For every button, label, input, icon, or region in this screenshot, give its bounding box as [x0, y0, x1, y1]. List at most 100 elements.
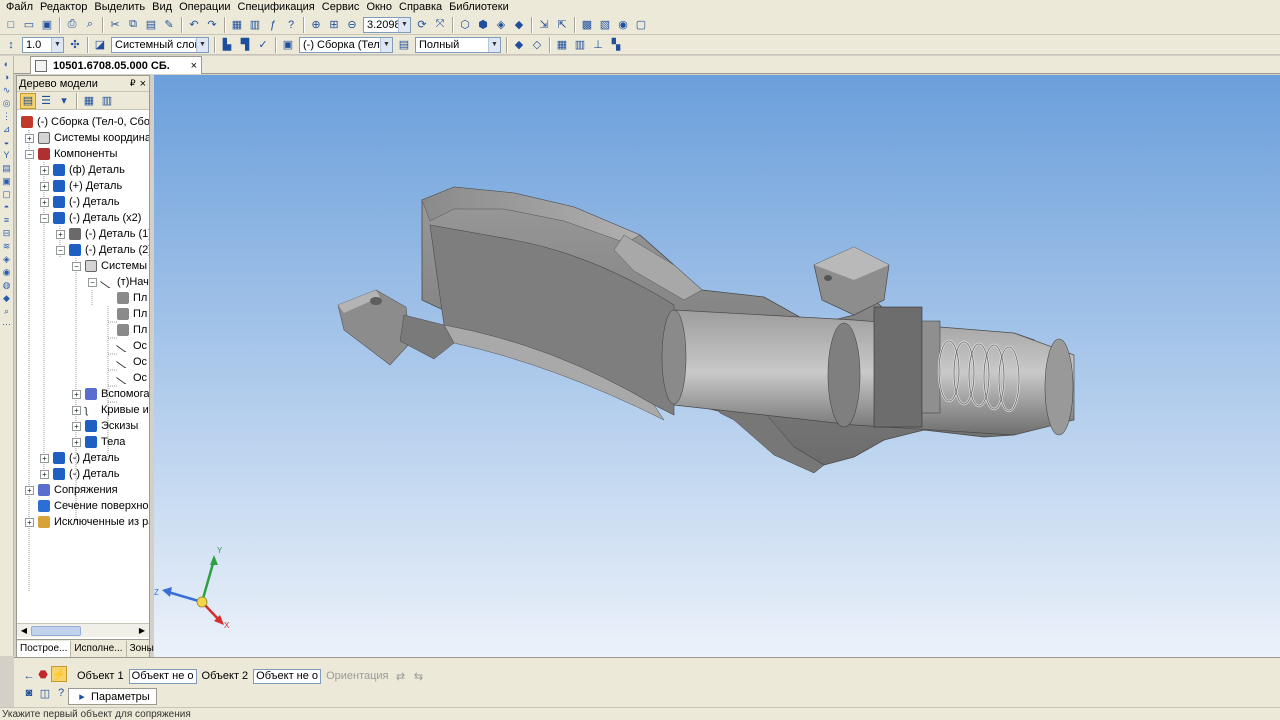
more-icon[interactable]: ⋯ — [2, 319, 12, 329]
model-canvas[interactable]: Y Z X — [154, 75, 1280, 657]
expand-icon[interactable]: + — [72, 421, 81, 431]
perspective-icon[interactable]: ◇ — [529, 37, 545, 53]
mates-icon[interactable]: ⋮ — [2, 111, 12, 121]
help-icon[interactable]: ? — [53, 685, 69, 701]
tree-item-part-x2[interactable]: − (-) Деталь (x2) — [40, 210, 141, 226]
tree-item-part[interactable]: + (ф) Деталь — [40, 162, 125, 178]
tree-dropdown-icon[interactable]: ▾ — [56, 93, 72, 109]
tree-item-plane[interactable]: Пл — [117, 306, 147, 322]
camera-icon[interactable]: ◙ — [21, 685, 37, 701]
tree-item-part[interactable]: + (-) Деталь — [40, 450, 119, 466]
filter-selection-icon[interactable]: ◒ — [2, 137, 12, 147]
spatial-curves-icon[interactable]: ◑ — [2, 72, 12, 82]
rotate-icon[interactable]: ⟳ — [414, 17, 430, 33]
reports-icon[interactable]: ▤ — [2, 163, 12, 173]
tree-item-axis[interactable]: Ос — [115, 338, 147, 354]
stop-icon[interactable]: ⬣ — [35, 666, 51, 682]
menu-editor[interactable]: Редактор — [38, 1, 92, 14]
tree-item-origin[interactable]: − (т)Нача — [88, 274, 149, 290]
layer-properties-icon[interactable]: ▙ — [219, 37, 235, 53]
pin-icon[interactable]: ₽ — [130, 78, 136, 89]
view-halftone-icon[interactable]: ◈ — [493, 17, 509, 33]
structure-view-icon[interactable]: ▤ — [20, 92, 36, 109]
menu-select[interactable]: Выделить — [92, 1, 150, 14]
shading-active-icon[interactable]: ◉ — [615, 17, 631, 33]
close-icon[interactable]: × — [191, 60, 197, 72]
tree-item-part[interactable]: + (-) Деталь — [40, 194, 119, 210]
orientation-reverse-icon[interactable]: ⇆ — [411, 668, 427, 684]
search-icon[interactable]: ⌕ — [2, 306, 12, 316]
assembly-3d-model[interactable] — [337, 186, 1075, 474]
variables-icon[interactable]: ▥ — [247, 17, 263, 33]
cable-icon[interactable]: ◉ — [2, 267, 12, 277]
tree-item-plane[interactable]: Пл — [117, 290, 147, 306]
paste-icon[interactable]: ▤ — [143, 17, 159, 33]
collapse-icon[interactable]: − — [25, 149, 34, 159]
tree-horizontal-scrollbar[interactable]: ◀ ▶ — [17, 623, 149, 637]
tree-item-axis[interactable]: Ос — [115, 354, 147, 370]
tree-properties-icon[interactable]: ▦ — [81, 93, 97, 109]
drill-icon[interactable]: ▢ — [2, 189, 12, 199]
collapse-icon[interactable]: − — [72, 261, 81, 271]
tree-item-root-assembly[interactable]: (-) Сборка (Тел-0, Сбор — [21, 114, 149, 130]
zoom-out-icon[interactable]: ⊖ — [344, 17, 360, 33]
tree-item-part[interactable]: + (-) Деталь — [40, 466, 119, 482]
menu-window[interactable]: Окно — [364, 1, 397, 14]
new-document-icon[interactable]: □ — [3, 17, 19, 33]
active-tool-icon[interactable]: ◆ — [2, 293, 12, 303]
manager-icon[interactable]: ▦ — [229, 17, 245, 33]
options-icon[interactable]: ▚ — [608, 37, 624, 53]
equipment-icon[interactable]: ◈ — [2, 254, 12, 264]
grid-icon[interactable]: ▥ — [572, 37, 588, 53]
tree-settings-icon[interactable]: ▥ — [99, 93, 115, 109]
tree-item-mates[interactable]: + Сопряжения — [25, 482, 118, 498]
expand-icon[interactable]: + — [40, 165, 49, 175]
pick-tool-icon[interactable]: ✓ — [255, 37, 271, 53]
step-combo[interactable]: 1.0 ▼ — [22, 36, 64, 53]
auto-create-icon[interactable]: ⚡ — [51, 666, 67, 682]
zoom-window-icon[interactable]: ⊞ — [326, 17, 342, 33]
tree-item-axis[interactable]: Ос — [115, 370, 147, 386]
expand-icon[interactable]: + — [40, 453, 49, 463]
scroll-right-icon[interactable]: ▶ — [136, 625, 148, 637]
tree-mode-icon[interactable]: ☰ — [38, 93, 54, 109]
menu-file[interactable]: Файл — [4, 1, 38, 14]
chevron-down-icon[interactable]: ▼ — [488, 37, 500, 52]
tree-item-excluded[interactable]: + Исключенные из ра — [25, 514, 149, 530]
surfaces-icon[interactable]: ∿ — [2, 85, 12, 95]
display-style-icon[interactable]: ◆ — [511, 37, 527, 53]
expand-icon[interactable]: + — [40, 469, 49, 479]
specification-icon[interactable]: Y — [2, 150, 12, 160]
print-preview-icon[interactable]: ⌕ — [82, 17, 98, 33]
expand-icon[interactable]: + — [72, 389, 81, 399]
orientation-icon[interactable]: ⇲ — [536, 17, 552, 33]
expand-icon[interactable]: + — [40, 181, 49, 191]
aux-geometry-icon[interactable]: ◎ — [2, 98, 12, 108]
scroll-left-icon[interactable]: ◀ — [18, 625, 30, 637]
view-wireframe-icon[interactable]: ⬡ — [457, 17, 473, 33]
object1-field[interactable]: Объект не о — [128, 668, 197, 684]
expand-icon[interactable]: + — [72, 437, 81, 447]
close-icon[interactable]: × — [140, 78, 146, 90]
tree-item-components[interactable]: − Компоненты — [25, 146, 117, 162]
redo-icon[interactable]: ↷ — [204, 17, 220, 33]
expand-icon[interactable]: + — [25, 517, 34, 527]
layer-combo[interactable]: Системный слой ▼ — [111, 36, 209, 53]
expand-icon[interactable]: + — [72, 405, 81, 415]
filter-icon[interactable]: ▦ — [554, 37, 570, 53]
scroll-thumb[interactable] — [31, 626, 81, 636]
format-painter-icon[interactable]: ✎ — [161, 17, 177, 33]
model-viewport[interactable]: Y Z X — [154, 75, 1280, 657]
view-shaded-icon[interactable]: ◆ — [511, 17, 527, 33]
tree-item-sketches[interactable]: + Эскизы — [72, 418, 138, 434]
tree-item-part-instance-2[interactable]: − (-) Деталь (2) — [56, 242, 149, 258]
view-hidden-lines-icon[interactable]: ⬢ — [475, 17, 491, 33]
pipeline-icon[interactable]: ≋ — [2, 241, 12, 251]
tree-item-curves[interactable]: + ʅ Кривые и — [72, 402, 149, 418]
tree-item-coordinate-systems[interactable]: + Системы координат — [25, 130, 149, 146]
menu-help[interactable]: Справка — [397, 1, 447, 14]
expand-icon[interactable]: + — [25, 485, 34, 495]
collapse-icon[interactable]: − — [88, 277, 97, 287]
expand-icon[interactable]: + — [56, 229, 65, 239]
snap-icon[interactable]: ✣ — [67, 37, 83, 53]
